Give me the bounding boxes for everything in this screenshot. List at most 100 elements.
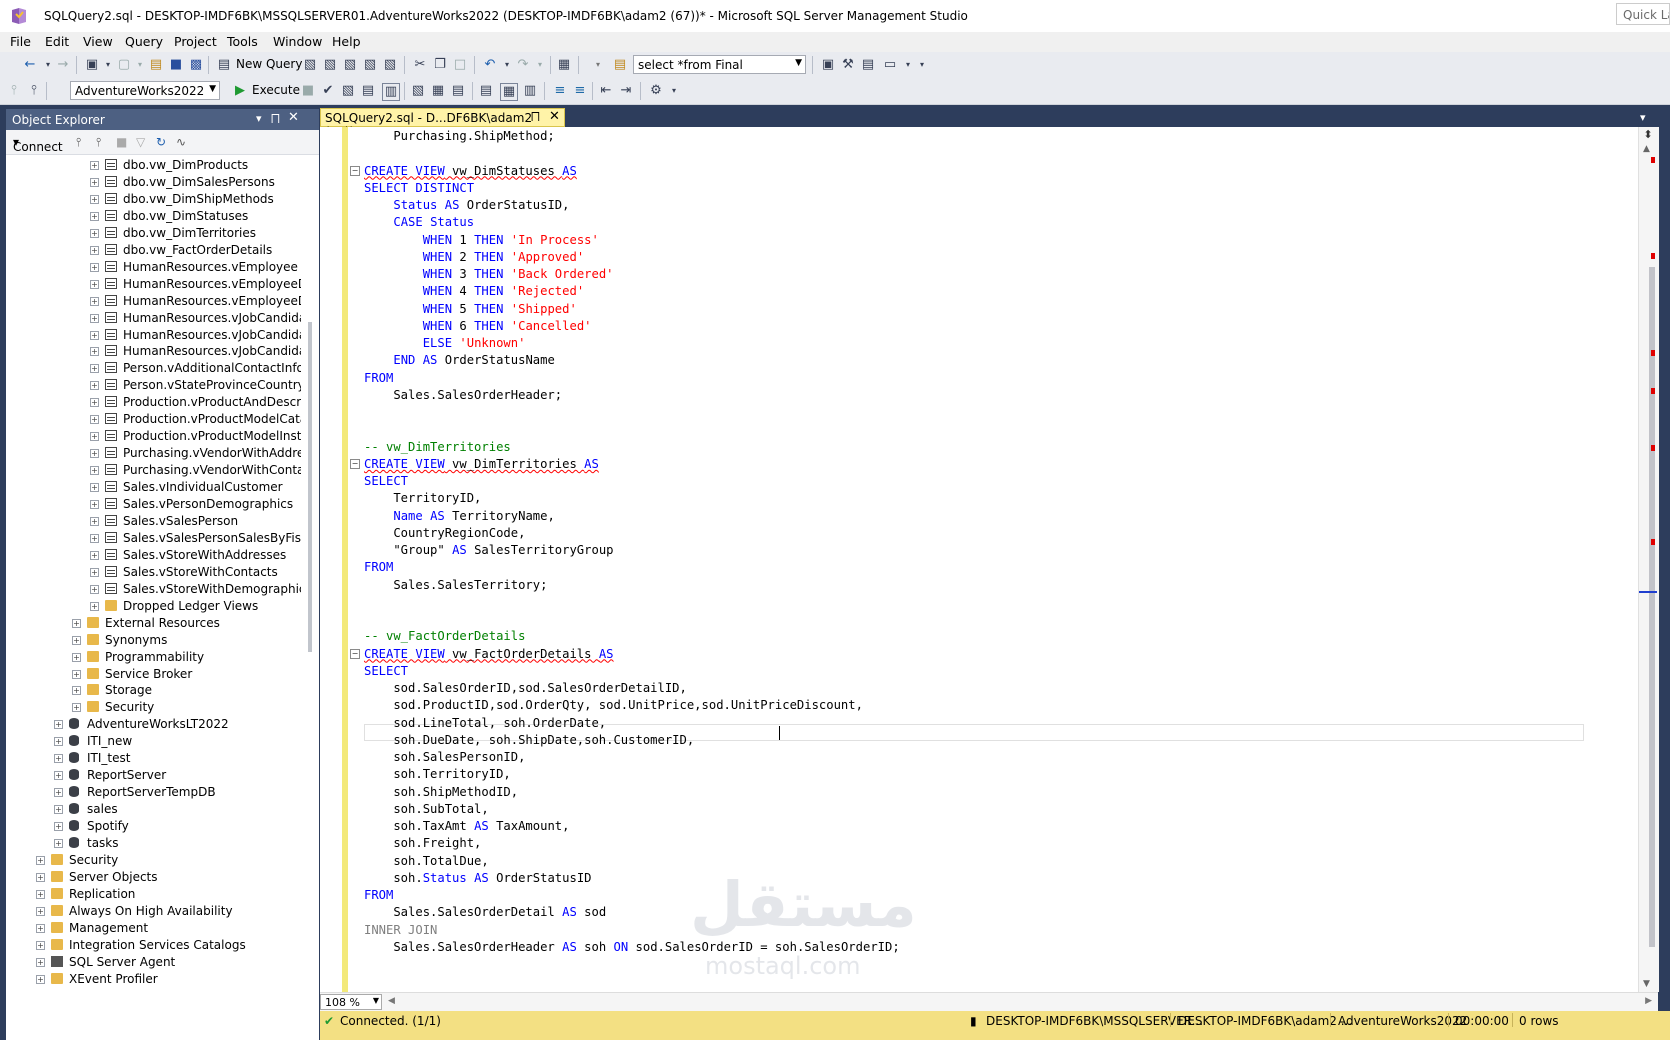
expand-icon[interactable]: + [72,618,81,628]
scrollbar-thumb[interactable] [308,322,312,652]
code-line[interactable]: SELECT [364,662,408,680]
expand-icon[interactable]: + [90,500,99,509]
paste-icon[interactable]: □ [452,57,468,73]
cut-icon[interactable]: ✂ [412,57,428,73]
uncomment-lines-icon[interactable]: ≡ [572,83,588,99]
expand-icon[interactable]: + [90,533,99,543]
code-line[interactable]: Name AS TerritoryName, [364,507,554,525]
expand-icon[interactable]: + [36,855,45,865]
editor-horizontal-scrollbar[interactable]: 108 % ▼ ◀ ▶ [320,992,1658,1011]
increase-indent-icon[interactable]: ⇥ [618,83,634,99]
expand-icon[interactable]: + [72,686,81,696]
code-line[interactable]: soh.TerritoryID, [364,765,510,783]
filter-icon[interactable]: ▽ [136,135,145,149]
expand-icon[interactable]: + [90,296,99,306]
expand-icon[interactable]: + [90,313,99,323]
code-line[interactable]: CREATE VIEW vw_DimStatuses AS [364,162,577,180]
code-line[interactable]: INNER JOIN [364,921,437,939]
parse-checkmark-icon[interactable]: ✔ [320,83,336,99]
pin-icon[interactable]: ⨅ [271,112,280,126]
scroll-left-icon[interactable]: ◀ [388,996,395,1006]
expand-icon[interactable]: + [90,449,99,459]
code-line[interactable]: WHEN 5 THEN 'Shipped' [364,300,577,318]
code-line[interactable]: Status AS OrderStatusID, [364,196,569,214]
menu-edit[interactable]: Edit [45,34,69,49]
actual-plan-icon[interactable]: ▧ [410,83,426,99]
error-marker[interactable] [1651,445,1655,451]
expand-icon[interactable]: + [90,347,99,357]
connect-icon[interactable]: ⫯ [6,83,22,99]
object-explorer-scrollbar[interactable] [303,157,319,1040]
find-in-files-icon[interactable]: ▤ [612,57,628,73]
stop-icon[interactable]: ■ [116,135,127,149]
code-line[interactable]: soh.ShipMethodID, [364,783,518,801]
expand-icon[interactable]: + [36,872,45,882]
error-marker[interactable] [1651,350,1655,356]
chevron-down-icon[interactable]: ▼ [209,84,216,94]
chevron-down-icon[interactable]: ▾ [40,57,56,73]
connect-dropdown[interactable]: Connect ▾ [13,135,63,154]
code-line[interactable]: SELECT [364,472,408,490]
code-line[interactable]: FROM [364,558,393,576]
menu-project[interactable]: Project [174,34,217,49]
scroll-down-icon[interactable]: ▼ [1643,979,1650,989]
execute-button[interactable]: Execute [252,83,300,97]
tab-sqlquery2[interactable]: SQLQuery2.sql - D...DF6BK\adam2 (67))* ⨅… [320,108,565,139]
window-position-dropdown-icon[interactable]: ▾ [256,112,262,125]
code-line[interactable]: "Group" AS SalesTerritoryGroup [364,541,613,559]
quick-launch-input[interactable]: Quick Launch [1616,3,1670,25]
new-query-icon[interactable]: ▤ [216,57,232,73]
code-line[interactable]: -- vw_DimTerritories [364,438,511,456]
change-connection-icon[interactable]: ⫯ [26,83,42,99]
code-line[interactable]: END AS OrderStatusName [364,351,554,369]
expand-icon[interactable]: + [54,822,63,832]
code-line[interactable]: Sales.SalesTerritory; [364,576,547,594]
code-line[interactable]: sod.LineTotal, soh.OrderDate, [364,714,606,732]
expand-icon[interactable]: + [90,262,99,272]
split-window-icon[interactable]: ⬍ [1641,129,1655,141]
copy-icon[interactable]: ❐ [432,57,448,73]
error-marker[interactable] [1651,388,1655,394]
expand-icon[interactable]: + [90,279,99,289]
forward-arrow-icon[interactable]: → [55,57,71,73]
refresh-icon[interactable]: ↻ [156,135,166,149]
new-query-button[interactable]: New Query [236,57,302,71]
client-stats-icon[interactable]: ▤ [450,83,466,99]
code-line[interactable]: CREATE VIEW vw_FactOrderDetails AS [364,645,614,663]
code-line[interactable]: soh.TaxAmt AS TaxAmount, [364,817,569,835]
collapse-region-icon[interactable]: − [350,458,360,469]
results-to-grid-icon[interactable]: ▦ [500,83,518,101]
chevron-down-icon[interactable]: ▼ [795,58,802,68]
disconnect-icon[interactable]: ⫯ [96,135,101,150]
dax-query-icon[interactable]: ▧ [382,57,398,73]
code-line[interactable]: ELSE 'Unknown' [364,334,526,352]
toolbox-icon[interactable]: ▤ [860,57,876,73]
code-line[interactable]: soh.SubTotal, [364,800,488,818]
save-icon[interactable]: ■ [168,57,184,73]
expand-icon[interactable]: + [54,720,63,730]
pin-icon[interactable]: ⨅ [531,110,540,124]
code-line[interactable]: CountryRegionCode, [364,524,525,542]
code-line[interactable]: SELECT DISTINCT [364,179,474,197]
code-line[interactable]: sod.SalesOrderID,sod.SalesOrderDetailID, [364,679,687,697]
live-stats-icon[interactable]: ▦ [430,83,446,99]
code-line[interactable]: FROM [364,886,393,904]
close-icon[interactable]: ✕ [288,110,299,125]
expand-icon[interactable]: + [90,364,99,374]
properties-window-icon[interactable]: ▣ [820,57,836,73]
execute-play-icon[interactable]: ▶ [232,83,248,99]
specify-template-values-icon[interactable]: ⚙ [648,83,664,99]
expand-icon[interactable]: + [36,906,45,916]
expand-icon[interactable]: + [90,466,99,476]
undo-icon[interactable]: ↶ [482,57,498,73]
xmla-query-icon[interactable]: ▧ [362,57,378,73]
expand-icon[interactable]: + [90,432,99,442]
toolbar-options-icon[interactable]: ▾ [914,57,930,73]
menu-window[interactable]: Window [273,34,322,49]
zoom-combo[interactable]: 108 % ▼ [320,994,382,1010]
new-project-icon[interactable]: ▣ [84,57,100,73]
expand-icon[interactable]: + [90,211,99,221]
add-item-icon[interactable]: ▢ [116,57,132,73]
expand-icon[interactable]: + [72,652,81,662]
estimated-plan-icon[interactable]: ▧ [340,83,356,99]
